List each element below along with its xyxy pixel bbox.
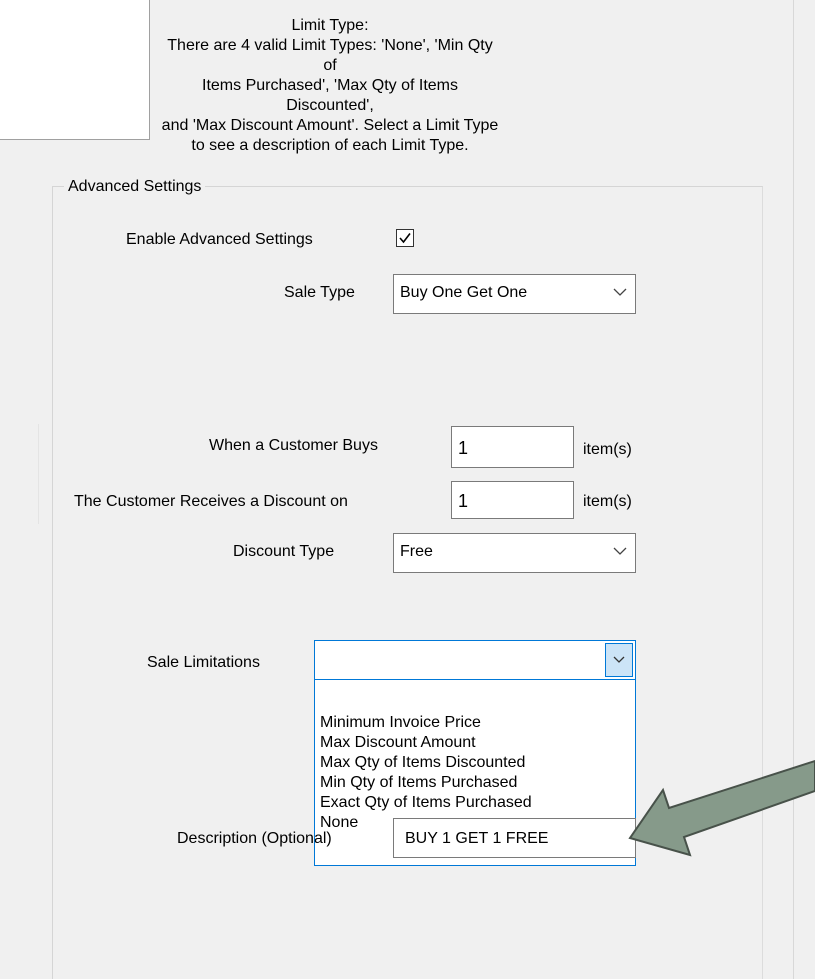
sale-type-select[interactable]: Buy One Get One: [393, 274, 636, 314]
receives-discount-unit: item(s): [583, 493, 632, 510]
description-value: BUY 1 GET 1 FREE: [405, 830, 549, 847]
limit-type-line-1: There are 4 valid Limit Types: 'None', '…: [167, 37, 493, 74]
description-input[interactable]: BUY 1 GET 1 FREE: [393, 818, 636, 858]
option-minimum-invoice-price[interactable]: Minimum Invoice Price: [320, 713, 481, 733]
customer-buys-label: When a Customer Buys: [209, 437, 378, 454]
receives-discount-label: The Customer Receives a Discount on: [74, 493, 348, 510]
sale-limitations-select[interactable]: [314, 640, 636, 680]
preview-box: [0, 0, 150, 140]
limit-type-title: Limit Type:: [291, 17, 369, 34]
description-label: Description (Optional): [177, 830, 332, 847]
option-min-qty-purchased[interactable]: Min Qty of Items Purchased: [320, 773, 517, 793]
limit-type-line-3: and 'Max Discount Amount'. Select a Limi…: [161, 117, 499, 134]
panel-divider: [38, 424, 39, 524]
chevron-down-icon: [613, 288, 627, 296]
dropdown-toggle-button[interactable]: [605, 643, 633, 677]
sale-limitations-label: Sale Limitations: [147, 654, 260, 671]
limit-type-line-4: to see a description of each Limit Type.: [191, 137, 469, 154]
customer-buys-value: 1: [458, 438, 469, 458]
customer-buys-unit: item(s): [583, 441, 632, 458]
option-exact-qty-purchased[interactable]: Exact Qty of Items Purchased: [320, 793, 532, 813]
limit-type-description: Limit Type: There are 4 valid Limit Type…: [160, 16, 500, 156]
chevron-down-icon: [613, 656, 625, 663]
sale-type-value: Buy One Get One: [400, 284, 528, 301]
discount-type-value: Free: [400, 543, 433, 560]
option-max-discount-amount[interactable]: Max Discount Amount: [320, 733, 476, 753]
checkmark-icon: [399, 233, 411, 244]
sale-type-label: Sale Type: [284, 284, 355, 301]
receives-discount-input[interactable]: 1: [451, 481, 574, 519]
discount-type-select[interactable]: Free: [393, 533, 636, 573]
limit-type-line-2: Items Purchased', 'Max Qty of Items Disc…: [202, 77, 458, 114]
enable-advanced-checkbox[interactable]: [396, 229, 414, 247]
customer-buys-input[interactable]: 1: [451, 426, 574, 468]
receives-discount-value: 1: [458, 491, 469, 511]
enable-advanced-label: Enable Advanced Settings: [126, 231, 313, 248]
option-max-qty-discounted[interactable]: Max Qty of Items Discounted: [320, 753, 525, 773]
chevron-down-icon: [613, 547, 627, 555]
advanced-settings-title: Advanced Settings: [64, 177, 206, 197]
right-pane: [794, 0, 815, 979]
discount-type-label: Discount Type: [233, 543, 335, 560]
